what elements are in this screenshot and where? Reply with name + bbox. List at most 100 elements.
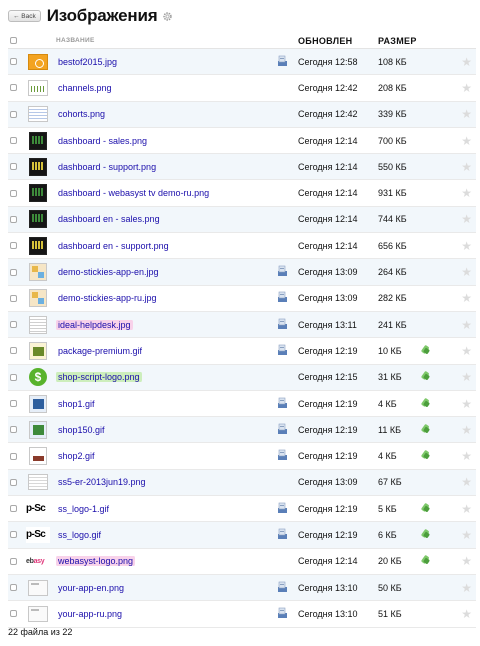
column-header-updated[interactable]: ОБНОВЛЕН: [298, 36, 378, 46]
file-name-link[interactable]: dashboard - support.png: [56, 162, 158, 172]
select-all-checkbox[interactable]: [10, 37, 17, 44]
file-name-link[interactable]: shop2.gif: [56, 451, 97, 461]
thumbnail-image[interactable]: [28, 579, 48, 596]
thumbnail-image[interactable]: [29, 236, 47, 255]
favorite-star-icon[interactable]: ★: [461, 476, 472, 488]
table-row[interactable]: p-Sc ss_logo.gif Сегодня 12:19 6 КБ ★: [8, 522, 476, 549]
thumbnail-image[interactable]: [29, 131, 47, 150]
favorite-star-icon[interactable]: ★: [461, 187, 472, 199]
row-checkbox[interactable]: [10, 189, 17, 197]
row-checkbox[interactable]: [10, 84, 17, 92]
thumbnail-image[interactable]: [29, 341, 47, 360]
row-checkbox[interactable]: [10, 268, 17, 276]
gear-icon[interactable]: [162, 11, 173, 22]
thumbnail-image[interactable]: [28, 474, 48, 491]
favorite-star-icon[interactable]: ★: [461, 240, 472, 252]
thumbnail-image[interactable]: [29, 157, 47, 176]
file-name-link[interactable]: dashboard - webasyst tv demo-ru.png: [56, 188, 211, 198]
favorite-star-icon[interactable]: ★: [461, 266, 472, 278]
row-checkbox[interactable]: [10, 400, 17, 407]
favorite-star-icon[interactable]: ★: [461, 108, 472, 120]
table-row[interactable]: dashboard en - sales.png Сегодня 12:14 744…: [8, 206, 476, 234]
thumbnail-image[interactable]: [29, 210, 47, 229]
row-checkbox[interactable]: [10, 426, 17, 434]
favorite-star-icon[interactable]: ★: [461, 608, 472, 620]
favorite-star-icon[interactable]: ★: [461, 292, 472, 304]
table-row[interactable]: demo-stickies-app-en.jpg Сегодня 13:09 264…: [8, 259, 476, 286]
table-row[interactable]: dashboard - support.png Сегодня 12:14 550 …: [8, 154, 476, 181]
thumbnail-image[interactable]: eb asy: [26, 553, 50, 570]
thumbnail-image[interactable]: $: [29, 368, 47, 387]
table-row[interactable]: $ shop-script-logo.png Сегодня 12:15 31 КБ ★: [8, 364, 476, 391]
favorite-star-icon[interactable]: ★: [461, 161, 472, 173]
favorite-star-icon[interactable]: ★: [461, 135, 472, 147]
file-name-link[interactable]: your-app-en.png: [56, 583, 126, 593]
table-row[interactable]: package-premium.gif Сегодня 12:19 10 КБ ★: [8, 338, 476, 365]
file-name-link[interactable]: demo-stickies-app-en.jpg: [56, 267, 161, 277]
file-name-link[interactable]: shop1.gif: [56, 399, 97, 409]
favorite-star-icon[interactable]: ★: [461, 555, 472, 567]
thumbnail-image[interactable]: [29, 184, 47, 203]
table-row[interactable]: your-app-en.png Сегодня 13:10 50 КБ ★: [8, 574, 476, 602]
favorite-star-icon[interactable]: ★: [461, 503, 472, 515]
row-checkbox[interactable]: [10, 110, 17, 118]
table-row[interactable]: shop150.gif Сегодня 12:19 11 КБ ★: [8, 417, 476, 444]
favorite-star-icon[interactable]: ★: [461, 56, 472, 68]
thumbnail-image[interactable]: [29, 420, 47, 439]
file-name-link[interactable]: ss5-er-2013jun19.png: [56, 477, 148, 487]
thumbnail-image[interactable]: [28, 79, 48, 96]
column-header-size[interactable]: РАЗМЕР: [378, 36, 418, 46]
favorite-star-icon[interactable]: ★: [461, 398, 472, 410]
table-row[interactable]: demo-stickies-app-ru.jpg Сегодня 13:09 282…: [8, 286, 476, 312]
favorite-star-icon[interactable]: ★: [461, 424, 472, 436]
thumbnail-image[interactable]: [28, 53, 48, 70]
favorite-star-icon[interactable]: ★: [461, 371, 472, 383]
table-row[interactable]: shop1.gif Сегодня 12:19 4 КБ ★: [8, 391, 476, 418]
favorite-star-icon[interactable]: ★: [461, 450, 472, 462]
thumbnail-image[interactable]: [29, 289, 47, 308]
favorite-star-icon[interactable]: ★: [461, 319, 472, 331]
row-checkbox[interactable]: [10, 347, 17, 355]
table-row[interactable]: eb asy webasyst-logo.png Сегодня 12:14 20 КБ…: [8, 549, 476, 575]
row-checkbox[interactable]: [10, 163, 17, 171]
file-name-link[interactable]: shop-script-logo.png: [56, 372, 142, 383]
file-name-link[interactable]: your-app-ru.png: [56, 609, 124, 619]
row-checkbox[interactable]: [10, 505, 17, 513]
thumbnail-image[interactable]: p-Sc: [26, 500, 50, 517]
row-checkbox[interactable]: [10, 242, 17, 250]
table-row[interactable]: dashboard en - support.png Сегодня 12:14 6…: [8, 233, 476, 260]
table-row[interactable]: channels.png Сегодня 12:42 208 КБ ★: [8, 75, 476, 102]
thumbnail-image[interactable]: [29, 263, 47, 282]
row-checkbox[interactable]: [10, 531, 17, 539]
file-name-link[interactable]: dashboard en - sales.png: [56, 214, 162, 224]
favorite-star-icon[interactable]: ★: [461, 213, 472, 225]
file-name-link[interactable]: package-premium.gif: [56, 346, 144, 356]
favorite-star-icon[interactable]: ★: [461, 345, 472, 357]
file-name-link[interactable]: ss_logo.gif: [56, 530, 103, 540]
table-row[interactable]: dashboard - webasyst tv demo-ru.png Сегод…: [8, 180, 476, 207]
row-checkbox[interactable]: [10, 610, 17, 618]
file-name-link[interactable]: ideal-helpdesk.jpg: [56, 319, 133, 330]
back-button[interactable]: ← Back: [8, 10, 41, 22]
row-checkbox[interactable]: [10, 58, 17, 66]
file-name-link[interactable]: dashboard - sales.png: [56, 136, 149, 146]
row-checkbox[interactable]: [10, 557, 17, 565]
file-name-link[interactable]: ss_logo-1.gif: [56, 504, 111, 514]
table-row[interactable]: bestof2015.jpg Сегодня 12:58 108 КБ ★: [8, 49, 476, 76]
thumbnail-image[interactable]: p-Sc: [26, 526, 50, 543]
favorite-star-icon[interactable]: ★: [461, 82, 472, 94]
favorite-star-icon[interactable]: ★: [461, 529, 472, 541]
file-name-link[interactable]: bestof2015.jpg: [56, 57, 119, 67]
file-name-link[interactable]: webasyst-logo.png: [56, 556, 136, 567]
file-name-link[interactable]: dashboard en - support.png: [56, 241, 171, 251]
thumbnail-image[interactable]: [28, 106, 48, 123]
row-checkbox[interactable]: [10, 373, 17, 381]
favorite-star-icon[interactable]: ★: [461, 582, 472, 594]
table-row[interactable]: p-Sc ss_logo-1.gif Сегодня 12:19 5 КБ ★: [8, 496, 476, 523]
row-checkbox[interactable]: [10, 294, 17, 302]
table-row[interactable]: shop2.gif Сегодня 12:19 4 КБ ★: [8, 443, 476, 470]
thumbnail-image[interactable]: [28, 605, 48, 622]
file-name-link[interactable]: cohorts.png: [56, 109, 107, 119]
file-name-link[interactable]: channels.png: [56, 83, 114, 93]
row-checkbox[interactable]: [10, 452, 17, 460]
